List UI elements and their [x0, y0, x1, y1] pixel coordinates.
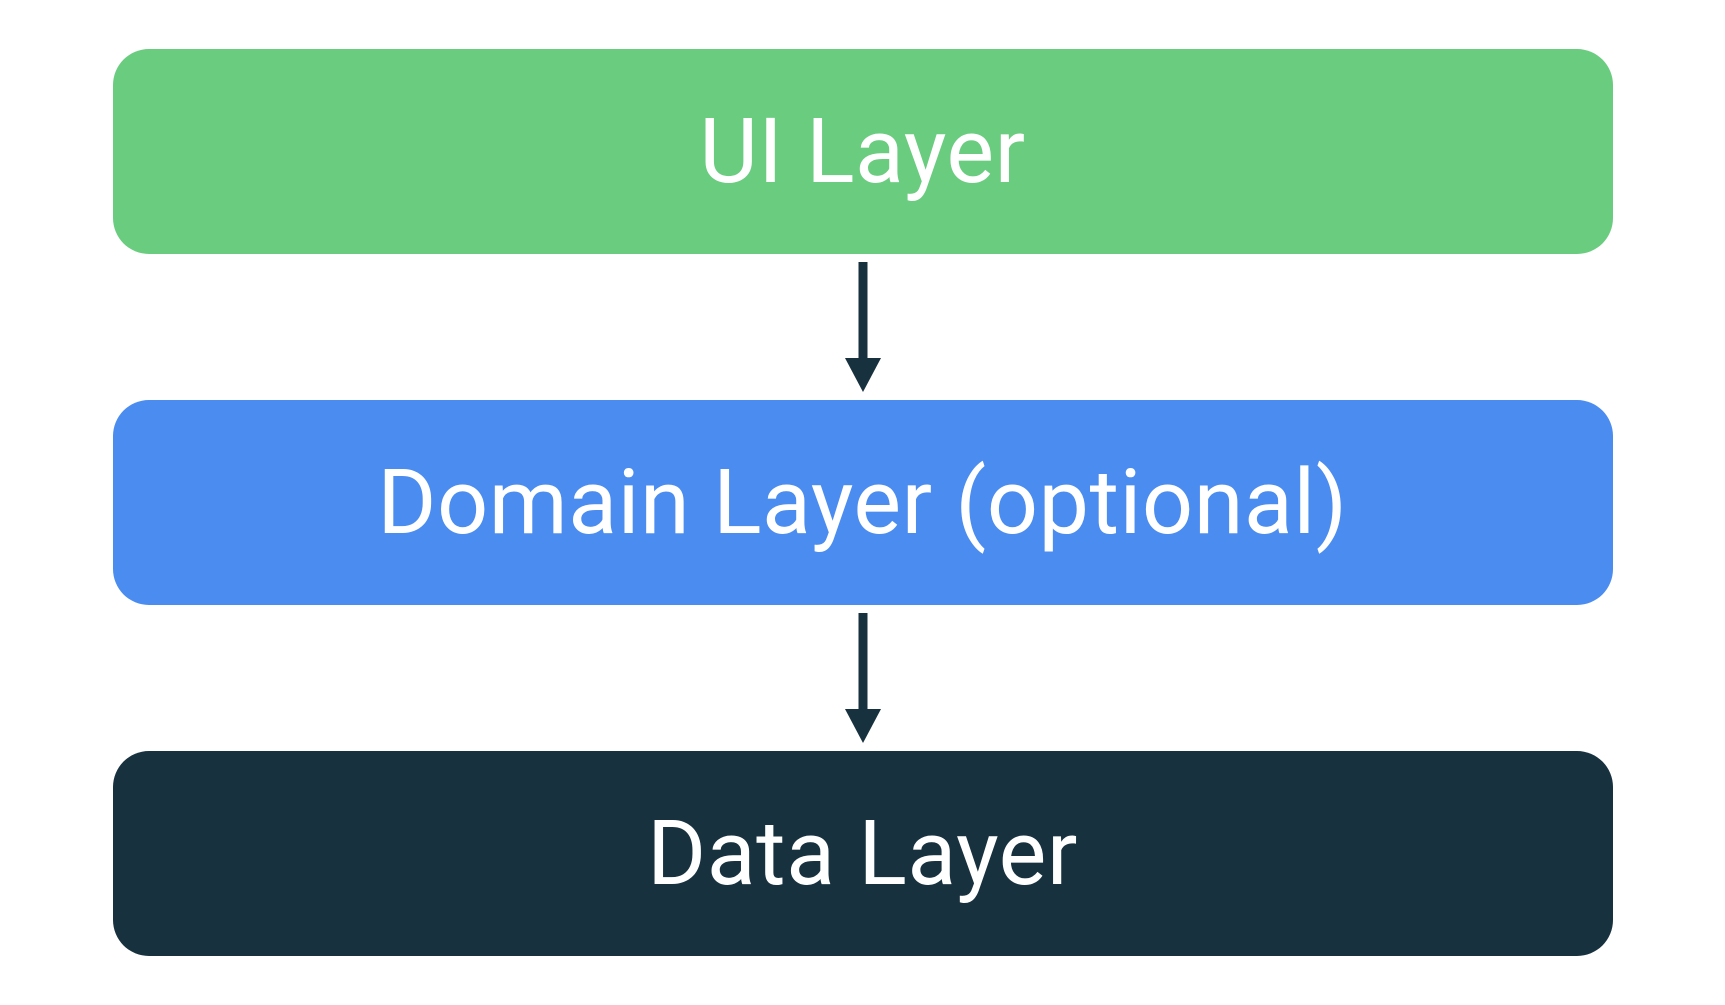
ui-layer-box: UI Layer: [113, 49, 1613, 254]
arrow-down-icon: [842, 262, 884, 392]
data-layer-box: Data Layer: [113, 751, 1613, 956]
ui-layer-label: UI Layer: [699, 99, 1025, 204]
domain-layer-label: Domain Layer (optional): [377, 450, 1347, 555]
architecture-diagram: UI Layer Domain Layer (optional) Data La…: [113, 49, 1613, 956]
arrow-down-icon: [842, 613, 884, 743]
domain-layer-box: Domain Layer (optional): [113, 400, 1613, 605]
data-layer-label: Data Layer: [647, 801, 1078, 906]
